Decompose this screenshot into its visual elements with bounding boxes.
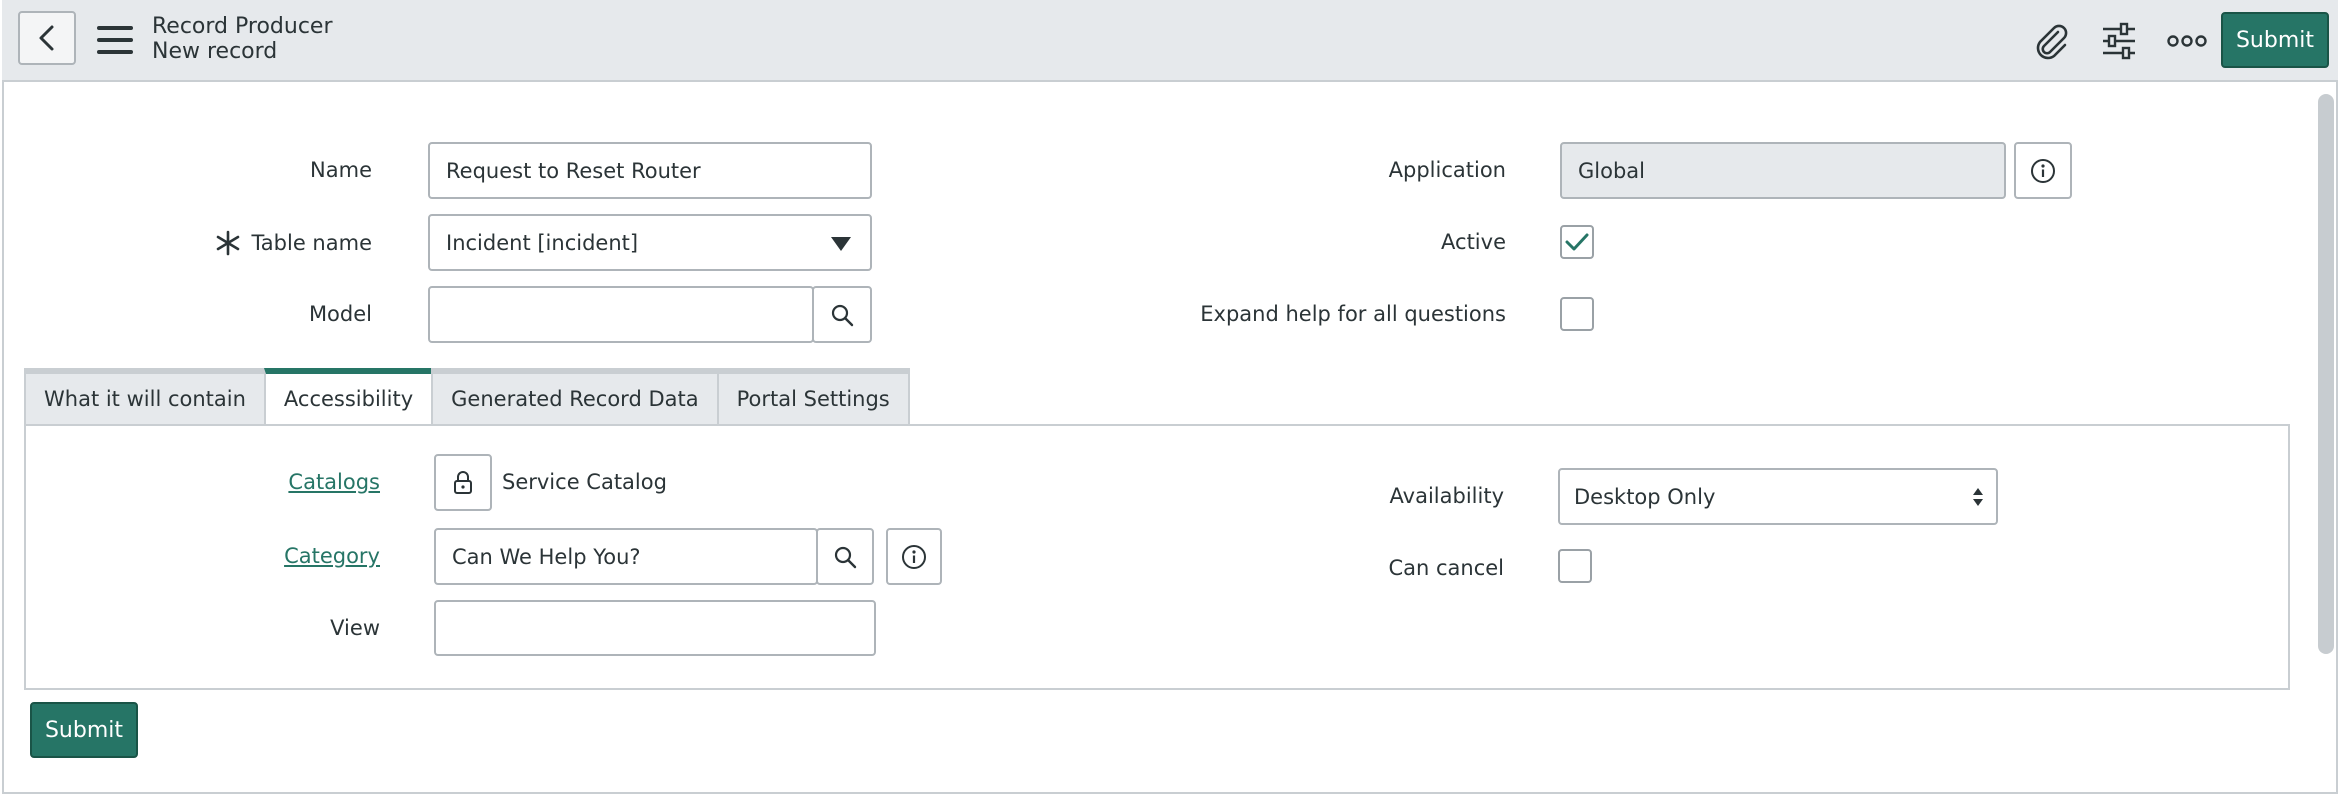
catalogs-value: Service Catalog [502, 470, 667, 494]
catalogs-link[interactable]: Catalogs [288, 470, 380, 494]
availability-label: Availability [1389, 484, 1504, 508]
search-icon [834, 546, 857, 568]
lock-icon [454, 470, 472, 494]
view-input[interactable] [434, 600, 876, 656]
tab-what-it-will-contain[interactable]: What it will contain [24, 368, 264, 426]
table-name-label-group: Table name [215, 230, 372, 256]
table-name-select[interactable]: Incident [incident] [428, 214, 872, 271]
select-updown-arrows-icon [1973, 488, 1983, 506]
paperclip-icon [2036, 24, 2068, 60]
sliders-icon [2103, 22, 2135, 60]
model-lookup-button[interactable] [812, 286, 872, 343]
more-options-button[interactable] [2164, 18, 2210, 64]
back-button[interactable] [18, 11, 76, 65]
active-checkbox[interactable] [1560, 225, 1594, 259]
category-link[interactable]: Category [284, 544, 380, 568]
active-label: Active [1441, 230, 1506, 254]
page-subtitle: New record [152, 39, 278, 64]
catalogs-unlock-button[interactable] [434, 454, 492, 511]
category-lookup-button[interactable] [816, 528, 874, 585]
category-info-button[interactable] [886, 528, 942, 585]
model-input[interactable] [428, 286, 814, 343]
checkmark-icon [1565, 233, 1589, 251]
application-info-button[interactable] [2014, 142, 2072, 199]
table-name-label: Table name [251, 231, 372, 255]
availability-value: Desktop Only [1574, 484, 1716, 509]
name-label: Name [310, 158, 372, 182]
more-icon [2167, 35, 2207, 47]
availability-select[interactable]: Desktop Only [1558, 468, 1998, 525]
tab-portal-settings[interactable]: Portal Settings [716, 368, 910, 426]
table-name-value: Incident [incident] [446, 230, 639, 255]
expand-help-label: Expand help for all questions [1200, 302, 1506, 326]
name-input[interactable]: Request to Reset Router [428, 142, 872, 199]
back-icon [39, 25, 54, 51]
page-title-main: Record Producer [152, 14, 333, 39]
application-field: Global [1560, 142, 2006, 199]
personalize-button[interactable] [2096, 18, 2142, 64]
page-title: Record Producer New record [152, 14, 333, 64]
can-cancel-label: Can cancel [1388, 556, 1504, 580]
info-icon [2031, 158, 2055, 183]
header-submit-button[interactable]: Submit [2221, 12, 2329, 68]
hamburger-menu-button[interactable] [94, 20, 136, 60]
application-label: Application [1388, 158, 1506, 182]
footer-submit-button[interactable]: Submit [30, 702, 138, 758]
model-label: Model [308, 302, 372, 326]
info-icon [902, 544, 926, 569]
category-input[interactable]: Can We Help You? [434, 528, 818, 585]
view-label: View [330, 616, 380, 640]
form-header: Record Producer New record Submit [2, 0, 2338, 82]
expand-help-checkbox[interactable] [1560, 297, 1594, 331]
form-tabs: What it will contain Accessibility Gener… [24, 368, 910, 426]
required-asterisk-icon [217, 230, 240, 256]
dropdown-arrow-icon [831, 237, 851, 251]
can-cancel-checkbox[interactable] [1558, 549, 1592, 583]
attachment-button[interactable] [2028, 18, 2074, 64]
hamburger-menu-icon [97, 26, 133, 54]
tab-accessibility[interactable]: Accessibility [263, 368, 432, 426]
tab-generated-record-data[interactable]: Generated Record Data [431, 368, 717, 426]
search-icon [831, 304, 854, 326]
vertical-scrollbar[interactable] [2318, 94, 2334, 654]
